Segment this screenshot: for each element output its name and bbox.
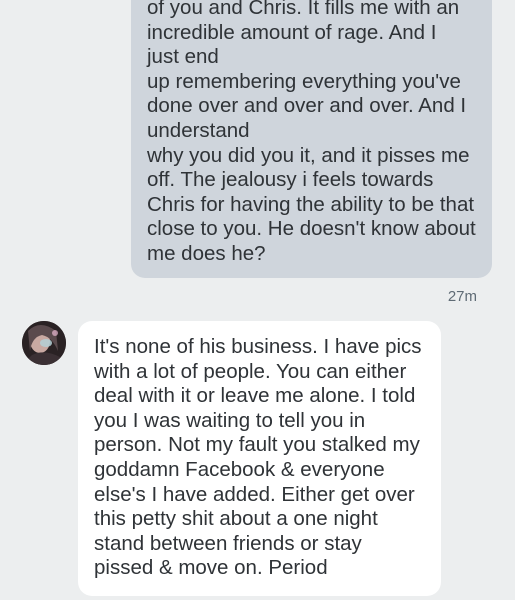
message-text-line: else's I have added. Either get over — [94, 482, 415, 506]
message-text-line: with a lot of people. You can either — [94, 359, 407, 383]
message-text-line: It's none of his business. I have pics — [94, 335, 422, 358]
message-text-line: done over and over and over. And I — [147, 94, 467, 118]
message-text-line: stand between friends or stay — [94, 531, 362, 555]
profile-photo-icon — [22, 321, 66, 365]
message-text-line: why you did you it, and it pisses me — [147, 143, 470, 167]
message-text-line: Chris for having the ability to be that — [147, 192, 475, 216]
message-text-line: you I was waiting to tell you in — [94, 408, 366, 432]
message-text-line: up remembering everything you've — [147, 69, 461, 93]
incoming-message-bubble[interactable]: It's none of his business. I have pics w… — [78, 321, 441, 596]
avatar[interactable] — [22, 321, 66, 365]
message-text-line: of you and Chris. It fills me with an — [147, 0, 460, 19]
message-text-line: understand — [147, 118, 250, 142]
message-text-line: just end — [147, 45, 219, 69]
message-timestamp: 27m — [447, 288, 477, 305]
message-text-line: deal with it or leave me alone. I told — [94, 384, 416, 408]
outgoing-message-bubble[interactable]: of you and Chris. It fills me with an in… — [131, 0, 492, 278]
message-text-line: off. The jealousy i feels towards — [147, 168, 434, 192]
message-text-line: close to you. He doesn't know about — [147, 217, 476, 241]
message-text-line: incredible amount of rage. And I — [147, 20, 437, 44]
message-text-line: person. Not my fault you stalked my — [94, 433, 420, 457]
message-text-line: goddamn Facebook & everyone — [94, 457, 385, 481]
message-text-line: me does he? — [147, 241, 266, 265]
message-thread[interactable]: of you and Chris. It fills me with an in… — [0, 0, 515, 600]
message-text-line: pissed & move on. Period — [94, 556, 328, 580]
message-text-line: this petty shit about a one night — [94, 507, 378, 531]
